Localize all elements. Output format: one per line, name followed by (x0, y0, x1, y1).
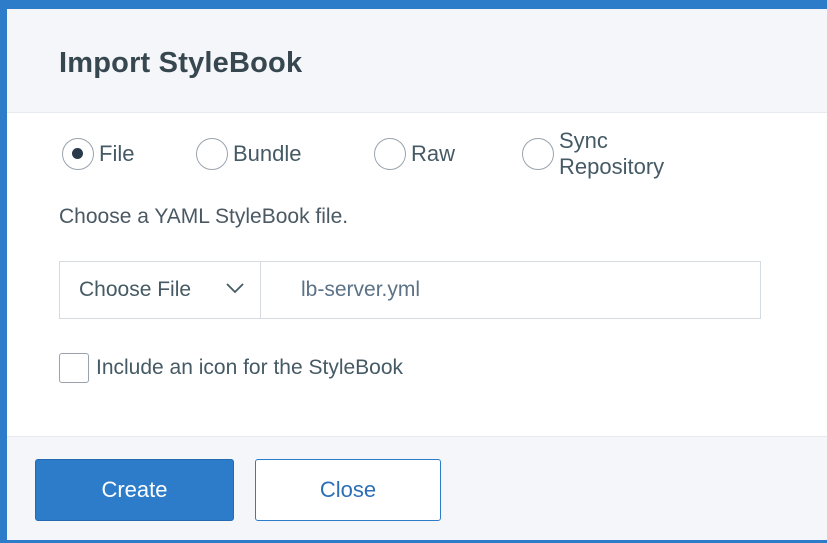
include-icon-checkbox[interactable] (59, 353, 89, 383)
include-icon-label: Include an icon for the StyleBook (96, 356, 404, 379)
include-icon-option[interactable]: Include an icon for the StyleBook (59, 351, 403, 385)
radio-bundle-label: Bundle (233, 141, 302, 166)
helper-text: Choose a YAML StyleBook file. (59, 205, 349, 228)
create-button[interactable]: Create (35, 459, 234, 521)
dialog-title: Import StyleBook (59, 47, 303, 79)
radio-file[interactable]: File (62, 134, 134, 174)
radio-sync-repository[interactable]: Sync Repository (522, 128, 664, 179)
close-button[interactable]: Close (255, 459, 441, 521)
dialog-header: Import StyleBook (7, 9, 827, 113)
radio-raw-label: Raw (411, 141, 456, 166)
radio-sync-repository-label: Sync Repository (559, 128, 665, 179)
radio-file-label: File (99, 141, 135, 166)
radio-raw[interactable]: Raw (374, 134, 455, 174)
radio-bundle[interactable]: Bundle (196, 134, 302, 174)
chevron-down-icon (226, 283, 244, 294)
radio-sync-repository-circle[interactable] (522, 138, 554, 170)
choose-file-button[interactable]: Choose File (60, 262, 261, 318)
radio-bundle-circle[interactable] (196, 138, 228, 170)
selected-file-name: lb-server.yml (301, 278, 421, 301)
file-picker: Choose File lb-server.yml (59, 261, 761, 319)
choose-file-label: Choose File (79, 278, 192, 301)
radio-raw-circle[interactable] (374, 138, 406, 170)
radio-file-circle[interactable] (62, 138, 94, 170)
